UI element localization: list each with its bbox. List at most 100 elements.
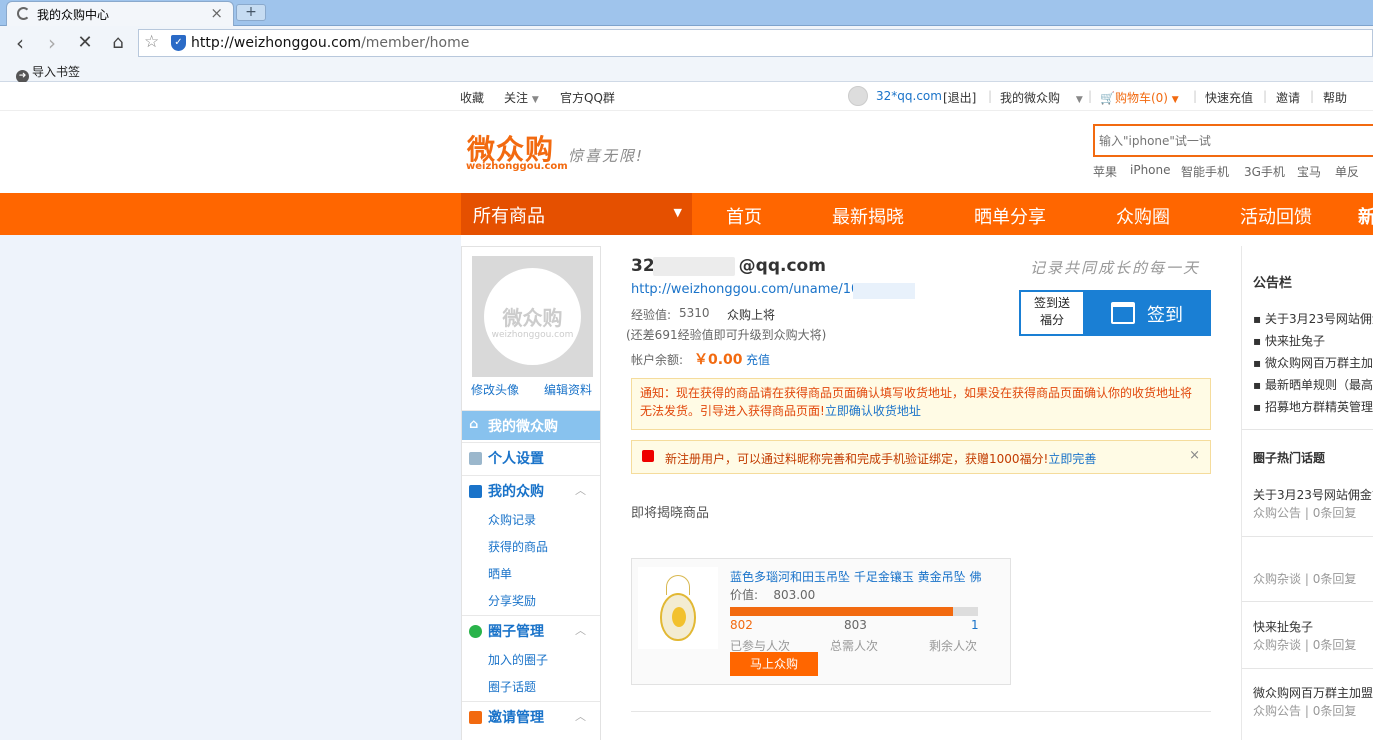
notice-item[interactable]: ▪ 关于3月23号网站佣金 (1253, 310, 1373, 327)
remaining-count: 1 (971, 618, 979, 632)
remaining-label: 剩余人次 (929, 639, 978, 653)
nav-new[interactable]: 新 (1358, 203, 1373, 229)
avatar-placeholder-text: 微众购 (502, 306, 563, 330)
follow-link[interactable]: 关注 ▼ (504, 89, 539, 106)
edit-avatar-link[interactable]: 修改头像 (471, 381, 519, 398)
redacted-mask (853, 283, 915, 299)
cart-link[interactable]: 🛒购物车(0) ▼ (1100, 89, 1179, 106)
sidebar-item-circle[interactable]: 圈子管理 ︿ (462, 615, 600, 645)
security-shield-icon: ✓ (171, 35, 186, 51)
address-url[interactable]: http://weizhonggou.com/member/home (191, 35, 469, 51)
sidebar-item-my-home[interactable]: ⌂ 我的微众购 (462, 410, 600, 440)
nav-activity[interactable]: 活动回馈 (1240, 203, 1312, 229)
rank-label: 众购上将 (727, 308, 776, 322)
import-bookmarks-link[interactable]: ➜ 导入书签 (16, 63, 80, 83)
qq-group-link[interactable]: 官方QQ群 (560, 89, 615, 106)
close-icon[interactable]: × (1189, 448, 1200, 463)
quick-recharge-link[interactable]: 快速充值 (1205, 89, 1253, 106)
help-link[interactable]: 帮助 (1323, 89, 1347, 106)
home-icon[interactable]: ⌂ (106, 29, 130, 57)
hot-keyword[interactable]: 宝马 (1297, 163, 1321, 180)
stop-icon[interactable]: ✕ (73, 29, 97, 57)
sign-in-button[interactable]: 签到送 福分 签到 (1019, 290, 1211, 336)
section-title-upcoming: 即将揭晓商品 (631, 506, 710, 521)
shipping-notice: 通知：现在获得的商品请在获得商品页面确认填写收货地址，如果没在获得商品页面确认你… (631, 378, 1211, 430)
main-nav: 所有商品 ▼ 首页 最新揭晓 晒单分享 众购圈 活动回馈 新 (0, 193, 1373, 235)
search-input[interactable] (1093, 124, 1373, 157)
topic-title-link[interactable]: 关于3月23号网站佣金管理 (1253, 486, 1373, 503)
sidebar-subitem-joined-circles[interactable]: 加入的圈子 (488, 651, 548, 668)
sign-motto: 记录共同成长的每一天 (1030, 259, 1201, 277)
caret-down-icon: ▼ (673, 206, 682, 219)
page-background-left (0, 235, 461, 740)
divider: | (988, 89, 993, 103)
divider: | (1193, 89, 1198, 103)
sidebar-item-invite[interactable]: 邀请管理 ︿ (462, 701, 600, 731)
my-center-link[interactable]: 我的微众购 ▼ (1000, 89, 1083, 106)
recharge-link[interactable]: 充值 (746, 351, 770, 368)
user-avatar (848, 86, 868, 106)
right-sidebar: 公告栏 ▪ 关于3月23号网站佣金 ▪ 快来扯兔子 ▪ 微众购网百万群主加盟 ▪… (1241, 246, 1373, 740)
address-bar[interactable]: ☆ ✓ http://weizhonggou.com/member/home (138, 29, 1373, 57)
topic-title-link[interactable]: 快来扯兔子 (1253, 618, 1373, 635)
product-title-link[interactable]: 蓝色多瑙河和田玉吊坠 千足金镶玉 黄金吊坠 佛 (730, 568, 990, 585)
topic-title-link[interactable]: 微众购网百万群主加盟 (1253, 684, 1373, 701)
confirm-address-link[interactable]: 立即确认收货地址 (825, 404, 921, 418)
product-image[interactable] (638, 567, 718, 649)
tab-title: 我的众购中心 (37, 8, 110, 22)
bookmark-star-icon[interactable]: ☆ (144, 32, 159, 52)
complete-profile-link[interactable]: 立即完善 (1048, 452, 1096, 466)
sidebar-subitem-purchase-record[interactable]: 众购记录 (488, 511, 536, 528)
total-label: 总需人次 (830, 639, 879, 653)
tab-close-icon[interactable]: × (210, 4, 223, 22)
logout-link[interactable]: [退出] (943, 89, 976, 106)
user-name-link[interactable]: 32*qq.com (876, 89, 942, 103)
nav-latest[interactable]: 最新揭晓 (832, 203, 904, 229)
progress-bar-fill (730, 607, 953, 616)
edit-profile-link[interactable]: 编辑资料 (544, 381, 592, 398)
collapse-chevron-icon[interactable]: ︿ (575, 482, 586, 498)
collapse-chevron-icon[interactable]: ︿ (575, 708, 586, 724)
nav-share[interactable]: 晒单分享 (974, 203, 1046, 229)
loading-spinner-icon (17, 7, 30, 20)
calendar-icon (1111, 302, 1135, 324)
sidebar-subitem-show[interactable]: 晒单 (488, 565, 512, 582)
hot-keyword[interactable]: 单反 (1335, 163, 1359, 180)
new-tab-button[interactable]: + (236, 4, 266, 21)
sidebar-subitem-circle-topics[interactable]: 圈子话题 (488, 678, 536, 695)
forward-icon[interactable]: › (40, 29, 64, 57)
invite-link[interactable]: 邀请 (1276, 89, 1300, 106)
hot-topics-title: 圈子热门话题 (1253, 451, 1326, 465)
home-icon: ⌂ (469, 417, 479, 432)
favorite-link[interactable]: 收藏 (460, 89, 484, 106)
chevron-down-icon: ▼ (531, 95, 539, 105)
upgrade-hint: (还差691经验值即可升级到众购大将) (626, 328, 827, 342)
sidebar-item-settings[interactable]: 个人设置 (462, 442, 600, 472)
notice-item[interactable]: ▪ 最新晒单规则（最高奖 (1253, 376, 1373, 393)
buy-now-button[interactable]: 马上众购 (730, 652, 818, 676)
all-categories-menu[interactable]: 所有商品 ▼ (461, 193, 692, 235)
sidebar-subitem-share-reward[interactable]: 分享奖励 (488, 592, 536, 609)
hot-keyword[interactable]: iPhone (1130, 163, 1171, 177)
hot-keyword[interactable]: 苹果 (1093, 163, 1117, 180)
gift-icon (642, 450, 654, 462)
sidebar-subitem-won-items[interactable]: 获得的商品 (488, 538, 548, 555)
browser-tab[interactable]: 我的众购中心 × (6, 1, 234, 26)
back-icon[interactable]: ‹ (8, 29, 32, 57)
browser-tabstrip: 我的众购中心 × + (0, 0, 1373, 26)
nav-circle[interactable]: 众购圈 (1116, 203, 1170, 229)
invite-icon (469, 711, 482, 724)
sidebar-item-my-purchase[interactable]: 我的众购 ︿ (462, 475, 600, 505)
nav-home[interactable]: 首页 (726, 203, 762, 229)
avatar-placeholder-sub: weizhonggou.com (491, 330, 574, 340)
hot-keyword[interactable]: 智能手机 (1181, 163, 1229, 180)
hot-keyword[interactable]: 3G手机 (1244, 163, 1285, 180)
divider: | (1310, 89, 1315, 103)
notice-item[interactable]: ▪ 微众购网百万群主加盟 (1253, 354, 1373, 371)
notice-item[interactable]: ▪ 快来扯兔子 (1253, 332, 1373, 349)
profile-url-link[interactable]: http://weizhonggou.com/uname/100 (631, 282, 868, 297)
site-topbar: 收藏 关注 ▼ 官方QQ群 32*qq.com [退出] | 我的微众购 ▼ |… (0, 82, 1373, 111)
notice-item[interactable]: ▪ 招募地方群精英管理 (1253, 398, 1373, 415)
circle-icon (469, 625, 482, 638)
collapse-chevron-icon[interactable]: ︿ (575, 622, 586, 638)
